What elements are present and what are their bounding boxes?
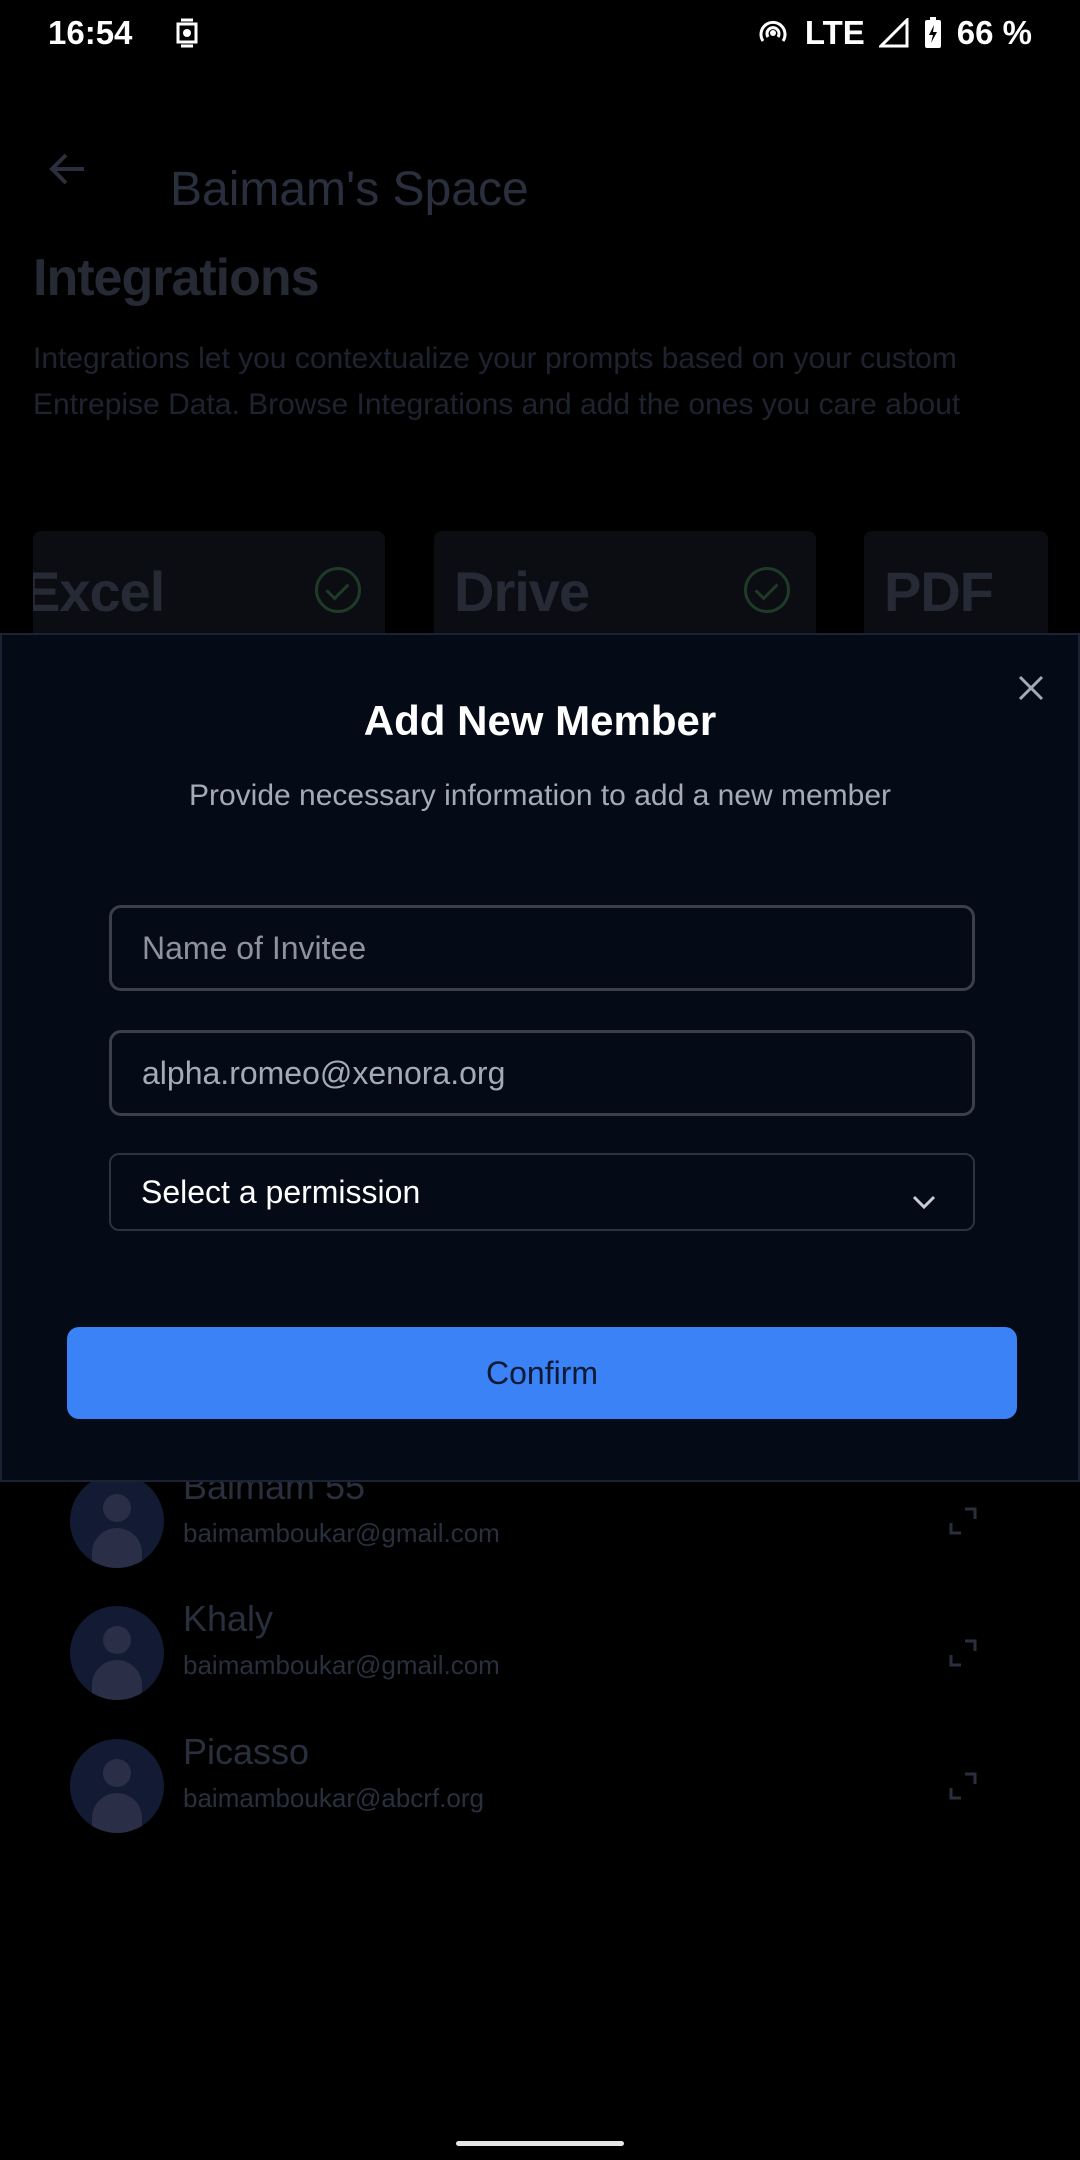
- avatar: [70, 1739, 164, 1833]
- integration-name: Drive: [454, 560, 590, 623]
- status-bar: 16:54 LTE 66 %: [0, 0, 1080, 66]
- status-time: 16:54: [48, 14, 133, 51]
- network-type: LTE: [804, 14, 865, 51]
- add-member-dialog: Add New Member Provide necessary informa…: [0, 633, 1080, 1482]
- member-email: baimamboukar@abcrf.org: [183, 1783, 484, 1813]
- expand-icon[interactable]: [948, 1771, 978, 1801]
- back-arrow-icon[interactable]: [42, 144, 92, 194]
- member-row[interactable]: Khaly baimamboukar@gmail.com: [0, 1598, 1080, 1718]
- invitee-name-input[interactable]: [109, 905, 975, 991]
- dialog-title: Add New Member: [363, 697, 717, 744]
- space-title: Baimam's Space: [170, 163, 529, 216]
- app-bar: Baimam's Space: [0, 116, 1080, 226]
- chevron-down-icon: [911, 1183, 937, 1210]
- member-email: baimamboukar@gmail.com: [183, 1650, 500, 1680]
- check-circle-icon: [744, 567, 790, 613]
- signal-icon: [878, 18, 909, 48]
- permission-select[interactable]: Select a permission: [109, 1153, 975, 1231]
- avatar: [70, 1606, 164, 1700]
- integration-name: Excel: [33, 560, 165, 623]
- check-circle-icon: [315, 567, 361, 613]
- expand-icon[interactable]: [948, 1506, 978, 1536]
- member-name: Picasso: [183, 1731, 310, 1772]
- email-input[interactable]: [109, 1030, 975, 1116]
- battery-level: 66 %: [956, 14, 1032, 51]
- dialog-subtitle: Provide necessary information to add a n…: [188, 779, 891, 812]
- member-row[interactable]: Baimam 55 baimamboukar@gmail.com: [0, 1466, 1080, 1586]
- integrations-title: Integrations: [33, 249, 320, 307]
- permission-select-label: Select a permission: [141, 1173, 421, 1210]
- integrations-description: Integrations let you contextualize your …: [33, 342, 961, 421]
- screen-record-icon: [172, 16, 202, 50]
- member-row[interactable]: Picasso baimamboukar@abcrf.org: [0, 1731, 1080, 1851]
- integration-name: PDF: [884, 560, 994, 623]
- battery-charging-icon: [923, 16, 943, 50]
- expand-icon[interactable]: [948, 1638, 978, 1668]
- hotspot-icon: [755, 15, 791, 51]
- home-indicator[interactable]: [456, 2141, 624, 2146]
- member-name: Khaly: [183, 1598, 274, 1639]
- confirm-button[interactable]: Confirm: [67, 1327, 1017, 1419]
- avatar: [70, 1474, 164, 1568]
- member-email: baimamboukar@gmail.com: [183, 1518, 500, 1548]
